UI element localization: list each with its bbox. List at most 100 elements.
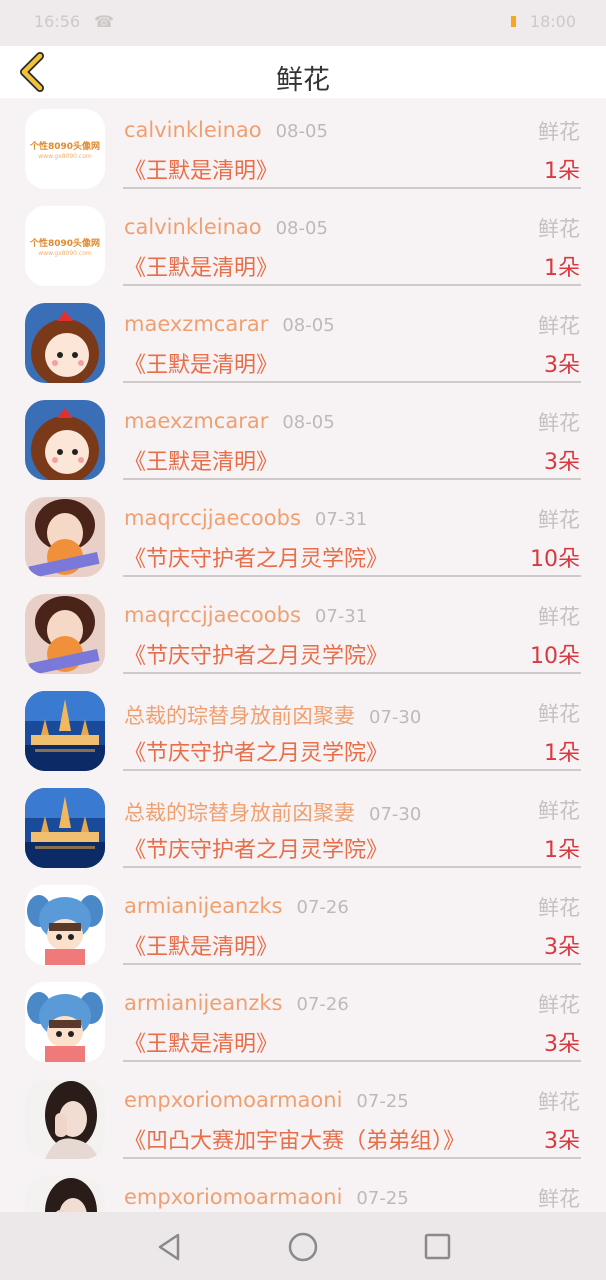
- list-item[interactable]: maexzmcarar 08-05 鲜花《王默是清明》 3朵: [0, 389, 606, 486]
- username-text: empxoriomoarmaoni: [124, 1185, 343, 1209]
- book-title-link[interactable]: 《王默是清明》: [124, 1026, 278, 1058]
- girl-portrait-avatar[interactable]: [25, 1079, 105, 1159]
- row-divider: [123, 769, 581, 771]
- date-text: 08-05: [275, 218, 328, 239]
- username-text: 总裁的琮替身放前囟聚妻: [124, 704, 355, 728]
- gift-type: 鲜花: [538, 1090, 580, 1114]
- row-divider: [123, 1157, 581, 1159]
- cartoon-girl-avatar[interactable]: [25, 303, 105, 383]
- gift-type: 鲜花: [538, 799, 580, 823]
- list-item[interactable]: 总裁的琮替身放前囟聚妻 07-30 鲜花 《节庆守护者之月灵学院》 1朵: [0, 680, 606, 777]
- gift-type: 鲜花: [538, 993, 580, 1017]
- book-title-link[interactable]: 《王默是清明》: [124, 444, 278, 476]
- row-divider: [123, 381, 581, 383]
- flower-count: 3朵: [544, 1129, 580, 1154]
- nav-back-button[interactable]: [152, 1230, 186, 1264]
- logo-text: 个性8090头像网: [29, 142, 101, 152]
- triangle-back-icon: [158, 1233, 180, 1261]
- flower-count: 3朵: [544, 935, 580, 960]
- book-title-link[interactable]: 《节庆守护者之月灵学院》: [124, 735, 388, 767]
- temple-night-avatar[interactable]: [25, 691, 105, 771]
- system-nav-bar: [0, 1212, 606, 1280]
- row-divider: [123, 187, 581, 189]
- list-item[interactable]: 个性8090头像网 www.gx8090.com calvinkleinao 08-0…: [0, 98, 606, 195]
- username-text: 总裁的琮替身放前囟聚妻: [124, 801, 355, 825]
- logo-text: 个性8090头像网: [29, 239, 101, 249]
- book-title-link[interactable]: 《节庆守护者之月灵学院》: [124, 832, 388, 864]
- page-title: 鲜花: [276, 65, 330, 96]
- username[interactable]: maexzmcarar 08-05: [124, 409, 335, 433]
- nav-home-button[interactable]: [286, 1230, 320, 1264]
- flower-count: 1朵: [544, 838, 580, 863]
- logo-avatar[interactable]: 个性8090头像网 www.gx8090.com: [25, 206, 105, 286]
- username-text: maqrccjjaecoobs: [124, 506, 301, 530]
- username-text: maexzmcarar: [124, 409, 269, 433]
- girl-portrait-avatar[interactable]: [25, 1176, 105, 1212]
- username-text: maqrccjjaecoobs: [124, 603, 301, 627]
- book-title-link[interactable]: 《王默是清明》: [124, 929, 278, 961]
- gift-type: 鲜花: [538, 411, 580, 435]
- stitch-cartoon-avatar[interactable]: [25, 885, 105, 965]
- list-item[interactable]: empxoriomoarmaoni 07-25 鲜花: [0, 1165, 606, 1212]
- list-item[interactable]: armianijeanzks 07-26 鲜花《王默是清明》 3朵: [0, 971, 606, 1068]
- username[interactable]: 总裁的琮替身放前囟聚妻 07-30: [124, 700, 421, 730]
- book-title-link[interactable]: 《节庆守护者之月灵学院》: [124, 541, 388, 573]
- flower-count: 10朵: [530, 547, 580, 572]
- girl-lollipop-avatar[interactable]: [25, 497, 105, 577]
- list-item[interactable]: 总裁的琮替身放前囟聚妻 07-30 鲜花《节庆守护者之月灵学院》 1朵: [0, 777, 606, 874]
- username[interactable]: calvinkleinao 08-05: [124, 118, 328, 142]
- book-title-link[interactable]: 《凹凸大赛加宇宙大赛（弟弟组）》: [124, 1123, 465, 1155]
- flower-count: 10朵: [530, 644, 580, 669]
- girl-lollipop-avatar[interactable]: [25, 594, 105, 674]
- stitch-cartoon-avatar[interactable]: [25, 982, 105, 1062]
- row-divider: [123, 672, 581, 674]
- username-text: armianijeanzks: [124, 991, 283, 1015]
- list-item[interactable]: maqrccjjaecoobs 07-31 鲜花 《节庆守护者之月灵学院》 10朵: [0, 583, 606, 680]
- row-divider: [123, 575, 581, 577]
- gift-type: 鲜花: [538, 120, 580, 144]
- username[interactable]: maqrccjjaecoobs 07-31: [124, 506, 367, 530]
- date-text: 08-05: [275, 121, 328, 142]
- list-item[interactable]: armianijeanzks 07-26 鲜花 《王默是清明》 3朵: [0, 874, 606, 971]
- username-text: empxoriomoarmaoni: [124, 1088, 343, 1112]
- username[interactable]: maexzmcarar 08-05: [124, 312, 335, 336]
- username[interactable]: calvinkleinao 08-05: [124, 215, 328, 239]
- flower-count: 3朵: [544, 353, 580, 378]
- nav-recents-button[interactable]: [421, 1230, 455, 1264]
- logo-subtext: www.gx8090.com: [38, 250, 92, 257]
- username[interactable]: empxoriomoarmaoni 07-25: [124, 1088, 409, 1112]
- book-title-link[interactable]: 《王默是清明》: [124, 347, 278, 379]
- cartoon-girl-avatar[interactable]: [25, 400, 105, 480]
- username[interactable]: 总裁的琮替身放前囟聚妻 07-30: [124, 797, 421, 827]
- list-item[interactable]: maqrccjjaecoobs 07-31 鲜花 《节庆守护者之月灵学院》 10朵: [0, 486, 606, 583]
- date-text: 07-30: [369, 707, 422, 728]
- date-text: 07-25: [356, 1091, 409, 1112]
- title-bar: 鲜花: [0, 46, 606, 98]
- gift-type: 鲜花: [538, 702, 580, 726]
- list-item[interactable]: 个性8090头像网 www.gx8090.com calvinkleinao 08-0…: [0, 195, 606, 292]
- logo-avatar[interactable]: 个性8090头像网 www.gx8090.com: [25, 109, 105, 189]
- date-text: 08-05: [282, 315, 335, 336]
- status-clock: 18:00: [529, 12, 576, 31]
- username-text: maexzmcarar: [124, 312, 269, 336]
- row-divider: [123, 478, 581, 480]
- list-item[interactable]: empxoriomoarmaoni 07-25 鲜花《凹凸大赛加宇宙大赛（弟弟组）》…: [0, 1068, 606, 1165]
- book-title-link[interactable]: 《王默是清明》: [124, 250, 278, 282]
- flower-record-list: 个性8090头像网 www.gx8090.com calvinkleinao 08-0…: [0, 98, 606, 1212]
- flower-count: 3朵: [544, 450, 580, 475]
- status-time: 16:56: [34, 12, 81, 31]
- flower-count: 1朵: [544, 159, 580, 184]
- gift-type: 鲜花: [538, 1187, 580, 1211]
- username-text: calvinkleinao: [124, 215, 262, 239]
- username[interactable]: maqrccjjaecoobs 07-31: [124, 603, 367, 627]
- username[interactable]: armianijeanzks 07-26: [124, 894, 349, 918]
- circle-home-icon: [288, 1232, 318, 1262]
- date-text: 08-05: [282, 412, 335, 433]
- list-item[interactable]: maexzmcarar 08-05 鲜花 《王默是清明》 3朵: [0, 292, 606, 389]
- flower-count: 3朵: [544, 1032, 580, 1057]
- username[interactable]: armianijeanzks 07-26: [124, 991, 349, 1015]
- username[interactable]: empxoriomoarmaoni 07-25: [124, 1185, 409, 1209]
- temple-night-avatar[interactable]: [25, 788, 105, 868]
- book-title-link[interactable]: 《王默是清明》: [124, 153, 278, 185]
- book-title-link[interactable]: 《节庆守护者之月灵学院》: [124, 638, 388, 670]
